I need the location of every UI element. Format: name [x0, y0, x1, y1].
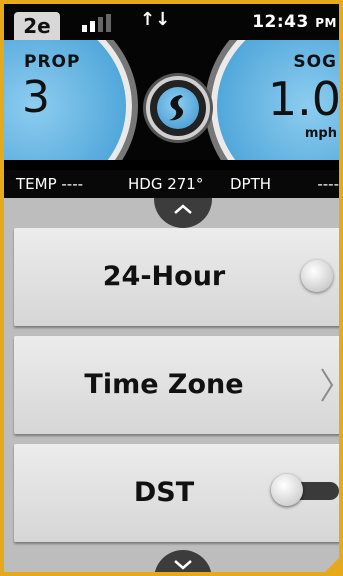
radio-button-24-hour[interactable] — [301, 260, 333, 292]
sog-label: SOG — [293, 52, 337, 72]
brand-logo-icon[interactable] — [146, 76, 210, 140]
prop-label: PROP — [24, 52, 81, 72]
clock: 12:43 PM — [252, 12, 337, 32]
chevron-up-icon — [174, 204, 192, 214]
clock-ampm: PM — [315, 16, 337, 30]
info-strip: TEMP ---- HDG 271° DPTH ---- — [0, 170, 343, 198]
setting-row-24-hour[interactable]: 24-Hour — [14, 228, 341, 326]
heading-readout: HDG 271° — [128, 175, 204, 193]
data-transfer-icon: ↑↓ — [140, 9, 171, 30]
setting-label: DST — [133, 477, 195, 508]
app-screen: 2e ↑↓ 12:43 PM PROP 3 SOG 1.0 mph TEMP -… — [0, 0, 343, 576]
corner-accent — [321, 554, 343, 576]
setting-row-dst[interactable]: DST — [14, 444, 341, 542]
temperature-readout: TEMP ---- — [16, 175, 84, 193]
setting-label: Time Zone — [84, 369, 244, 400]
prop-value: 3 — [22, 72, 50, 123]
signal-strength-icon — [82, 14, 122, 32]
profile-badge: 2e — [14, 12, 60, 40]
dst-toggle[interactable] — [271, 474, 339, 506]
setting-row-time-zone[interactable]: Time Zone — [14, 336, 341, 434]
status-bar: 2e ↑↓ 12:43 PM — [0, 0, 343, 40]
depth-label: DPTH — [230, 175, 272, 193]
clock-time: 12:43 — [252, 12, 309, 32]
depth-value: ---- — [317, 175, 339, 193]
setting-label: 24-Hour — [102, 261, 226, 292]
chevron-down-icon — [174, 560, 192, 570]
sog-unit: mph — [304, 126, 337, 141]
toggle-knob — [271, 474, 303, 506]
chevron-right-icon — [321, 368, 334, 402]
sog-value: 1.0 — [267, 72, 341, 126]
